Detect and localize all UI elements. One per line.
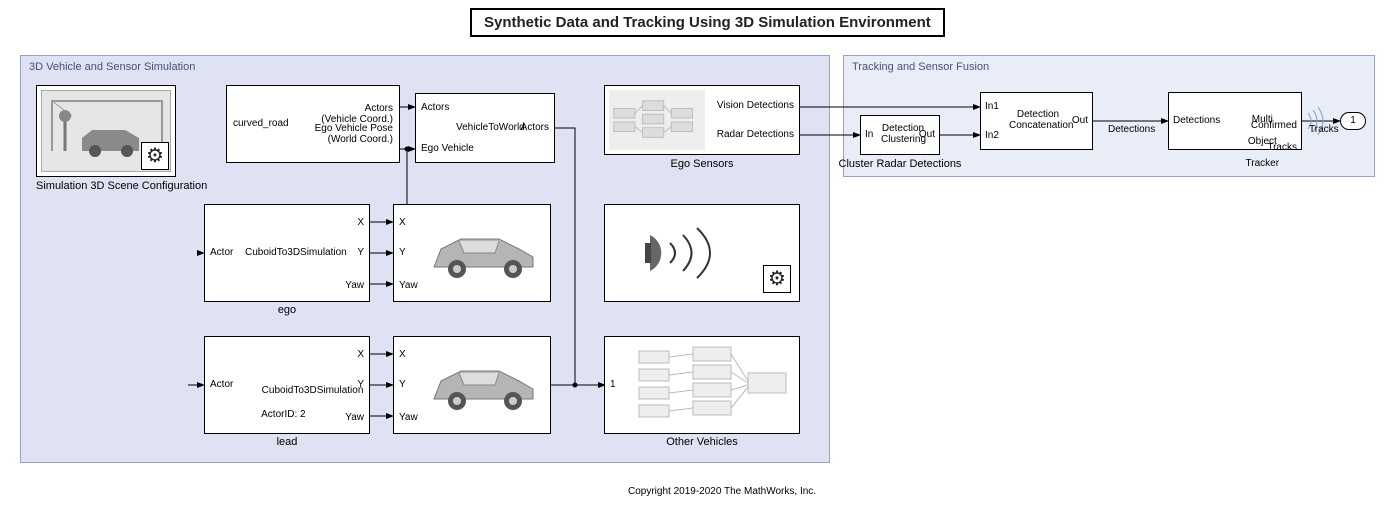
block-vehicle-to-world[interactable]: Actors Ego Vehicle VehicleToWorld Actors	[415, 93, 555, 163]
lead-text: CuboidTo3DSimulation ActorID: 2	[245, 373, 363, 433]
outport-label: 1	[1341, 115, 1365, 126]
ego-out-y: Y	[357, 247, 364, 258]
v2w-out: Actors	[521, 122, 549, 133]
subsystem-fusion-label: Tracking and Sensor Fusion	[852, 61, 989, 73]
copyright-text: Copyright 2019-2020 The MathWorks, Inc.	[628, 486, 816, 497]
sensors-out-vision: Vision Detections	[717, 100, 794, 111]
title-text: Synthetic Data and Tracking Using 3D Sim…	[484, 14, 931, 31]
ego-sensors-label: Ego Sensors	[604, 158, 800, 170]
car-icon	[429, 227, 539, 282]
ego-out-yaw: Yaw	[345, 280, 364, 291]
lead-out-yaw: Yaw	[345, 412, 364, 423]
ego-in-actor: Actor	[210, 247, 233, 258]
concat-in2: In2	[985, 130, 999, 141]
leadveh-in-y: Y	[399, 379, 406, 390]
block-lead-cuboid[interactable]: Actor CuboidTo3DSimulation ActorID: 2 X …	[204, 336, 370, 434]
block-scenario-reader[interactable]: curved_road Actors(Vehicle Coord.) Ego V…	[226, 85, 400, 163]
block-ego-vehicle[interactable]: X Y Yaw	[393, 204, 551, 302]
cluster-in: In	[865, 129, 873, 140]
block-ego-sensors[interactable]: Vision Detections Radar Detections	[604, 85, 800, 155]
lead-in-actor: Actor	[210, 379, 233, 390]
lead-out-y: Y	[357, 379, 364, 390]
car-icon	[429, 359, 539, 414]
lead-out-x: X	[357, 349, 364, 360]
other-in1: 1	[610, 379, 616, 390]
leadveh-in-yaw: Yaw	[399, 412, 418, 423]
lead-label: lead	[204, 436, 370, 448]
block-ego-cuboid[interactable]: Actor CuboidTo3DSimulation X Y Yaw	[204, 204, 370, 302]
gear-icon[interactable]: ⚙	[763, 265, 791, 293]
tracker-in: Detections	[1173, 115, 1220, 126]
scenario-reader-out-egopose: Ego Vehicle Pose(World Coord.)	[298, 112, 393, 156]
gear-icon[interactable]: ⚙	[141, 142, 169, 170]
ego-label: ego	[204, 304, 370, 316]
sensors-out-radar: Radar Detections	[717, 129, 794, 140]
scene-config-label: Simulation 3D Scene Configuration	[36, 180, 176, 192]
ego-sensors-preview	[609, 90, 705, 150]
subsystem-3d-sim-label: 3D Vehicle and Sensor Simulation	[29, 61, 195, 73]
other-vehicles-label: Other Vehicles	[604, 436, 800, 448]
egoveh-in-yaw: Yaw	[399, 280, 418, 291]
ego-out-x: X	[357, 217, 364, 228]
v2w-in-actors: Actors	[421, 102, 449, 113]
cluster-out: Out	[919, 129, 935, 140]
concat-text: DetectionConcatenation	[1009, 109, 1067, 131]
block-lead-vehicle[interactable]: X Y Yaw	[393, 336, 551, 434]
cluster-label: Cluster Radar Detections	[838, 158, 962, 170]
concat-in1: In1	[985, 101, 999, 112]
tracker-out: Confirmed Tracks	[1234, 109, 1297, 164]
block-other-vehicles[interactable]: 1	[604, 336, 800, 434]
v2w-name: VehicleToWorld	[456, 122, 525, 133]
radar-waves-icon	[645, 223, 765, 283]
signal-detections: Detections	[1108, 124, 1155, 135]
page-title: Synthetic Data and Tracking Using 3D Sim…	[470, 8, 945, 37]
egoveh-in-x: X	[399, 217, 406, 228]
concat-out: Out	[1072, 115, 1088, 126]
block-cluster[interactable]: In DetectionClustering Out	[860, 115, 940, 155]
block-tracker[interactable]: Detections Multi Object Tracker Confirme…	[1168, 92, 1302, 150]
other-vehicles-preview	[633, 343, 793, 427]
v2w-in-ego: Ego Vehicle	[421, 143, 474, 154]
block-concat[interactable]: In1 In2 DetectionConcatenation Out	[980, 92, 1093, 150]
scenario-reader-center: curved_road	[233, 118, 289, 129]
block-scene-config[interactable]: ⚙	[36, 85, 176, 177]
egoveh-in-y: Y	[399, 247, 406, 258]
block-radar-config[interactable]: ⚙	[604, 204, 800, 302]
ego-text: CuboidTo3DSimulation	[245, 247, 347, 258]
outport-1[interactable]: 1	[1340, 112, 1366, 130]
signal-tracks: Tracks	[1309, 124, 1339, 135]
leadveh-in-x: X	[399, 349, 406, 360]
